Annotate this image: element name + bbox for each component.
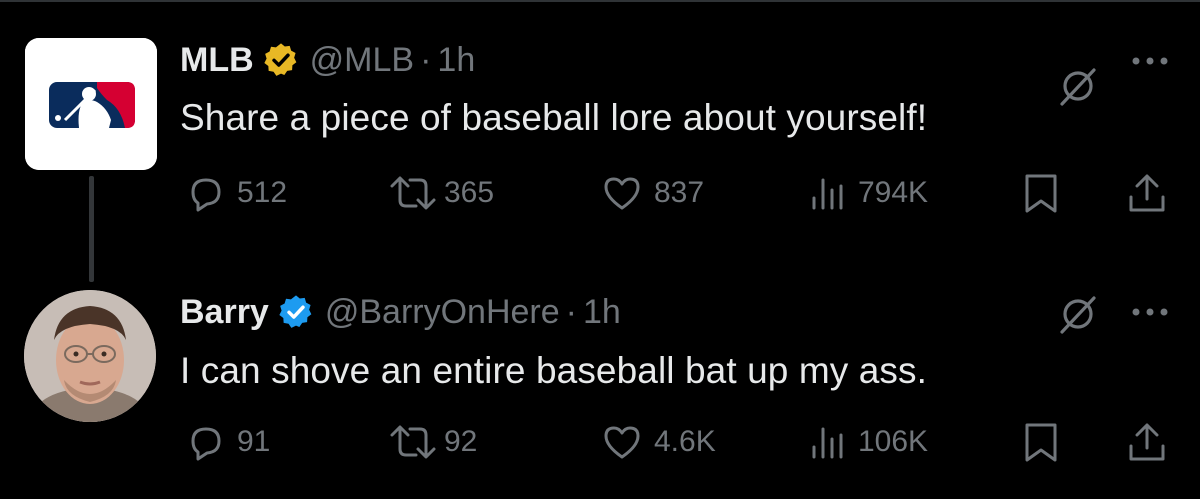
repost-button[interactable]: 92	[386, 420, 477, 464]
tweet-text: I can shove an entire baseball bat up my…	[180, 350, 927, 391]
view-count: 794K	[858, 176, 929, 209]
views-chart-icon	[812, 178, 843, 210]
repost-button[interactable]: 365	[386, 171, 494, 215]
view-count: 106K	[858, 425, 929, 458]
display-name[interactable]: Barry	[180, 293, 269, 332]
heart-icon	[604, 426, 640, 459]
timestamp[interactable]: 1h	[437, 41, 475, 80]
grok-icon[interactable]	[1056, 64, 1100, 108]
heart-icon	[604, 177, 640, 210]
repost-count: 92	[444, 425, 478, 458]
like-button[interactable]: 837	[600, 171, 704, 215]
views-button[interactable]: 106K	[808, 420, 928, 464]
tweet-header: Barry @BarryOnHere · 1h	[180, 287, 621, 337]
like-count: 4.6K	[654, 425, 716, 458]
repost-icon	[390, 425, 436, 459]
reply-button[interactable]: 91	[185, 420, 270, 464]
tweet-text: Share a piece of baseball lore about you…	[180, 97, 928, 138]
tweet-header: MLB @MLB · 1h	[180, 35, 475, 85]
top-divider	[0, 0, 1200, 2]
separator-dot: ·	[565, 292, 577, 331]
more-options-icon[interactable]	[1128, 51, 1172, 71]
user-photo-icon	[24, 290, 156, 422]
like-count: 837	[654, 176, 705, 209]
reply-icon	[191, 427, 221, 461]
views-button[interactable]: 794K	[808, 171, 928, 215]
reply-count: 512	[237, 176, 288, 209]
mlb-logo-icon	[25, 38, 157, 170]
repost-count: 365	[444, 176, 495, 209]
reply-count: 91	[237, 425, 271, 458]
more-options-icon[interactable]	[1128, 302, 1172, 322]
blue-verified-icon	[279, 295, 312, 328]
thread-connector-line	[89, 176, 94, 282]
repost-icon	[390, 176, 436, 210]
like-button[interactable]: 4.6K	[600, 420, 716, 464]
reply-button[interactable]: 512	[185, 171, 287, 215]
bookmark-icon[interactable]	[1020, 172, 1062, 216]
share-icon[interactable]	[1125, 172, 1169, 216]
handle[interactable]: @BarryOnHere	[325, 293, 560, 332]
timestamp[interactable]: 1h	[583, 293, 621, 332]
separator-dot: ·	[420, 40, 432, 79]
reply-icon	[191, 178, 221, 212]
avatar-barry[interactable]	[24, 290, 156, 422]
handle[interactable]: @MLB	[310, 41, 414, 80]
grok-icon[interactable]	[1056, 292, 1100, 336]
views-chart-icon	[812, 427, 843, 459]
bookmark-icon[interactable]	[1020, 421, 1062, 465]
display-name[interactable]: MLB	[180, 41, 254, 80]
gold-verified-icon	[264, 43, 297, 76]
avatar-mlb[interactable]	[25, 38, 157, 170]
share-icon[interactable]	[1125, 421, 1169, 465]
